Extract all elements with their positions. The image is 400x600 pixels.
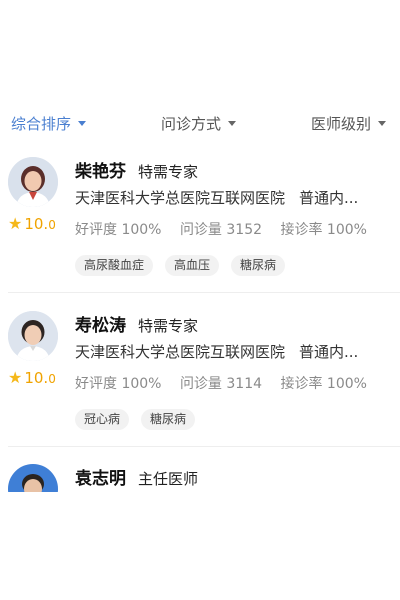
filter-bar: 综合排序 问诊方式 医师级别 bbox=[0, 108, 400, 138]
department: 普通内... bbox=[299, 343, 359, 361]
rating: ★ 10.0 bbox=[8, 369, 56, 387]
specialty-tag[interactable]: 冠心病 bbox=[75, 409, 130, 430]
rating-score: 10.0 bbox=[24, 215, 56, 233]
doctor-name: 袁志明 bbox=[75, 469, 126, 489]
specialty-tag[interactable]: 高尿酸血症 bbox=[75, 255, 154, 276]
doctor-photo-icon bbox=[8, 311, 58, 361]
department: 普通内... bbox=[299, 189, 359, 207]
divider bbox=[8, 292, 400, 293]
acceptance-rate: 接诊率 100% bbox=[280, 376, 367, 392]
hospital-info: 天津医科大学总医院互联网医院 普通内... bbox=[75, 187, 393, 211]
hospital-name: 天津医科大学总医院互联网医院 bbox=[75, 189, 286, 207]
filter-doctor-level[interactable]: 医师级别 bbox=[311, 112, 387, 134]
chevron-down-icon bbox=[78, 121, 87, 126]
stats-row: 好评度 100% 问诊量 3114 接诊率 100% bbox=[75, 373, 367, 395]
filter-sort-label: 综合排序 bbox=[11, 114, 72, 133]
doctor-title: 特需专家 bbox=[138, 163, 199, 181]
hospital-info: 天津医科大学总医院互联网医院 普通内... bbox=[75, 341, 393, 365]
doctor-photo-icon bbox=[8, 464, 58, 492]
praise-rate: 好评度 100% bbox=[75, 222, 162, 238]
doctor-title: 特需专家 bbox=[138, 317, 199, 335]
doctor-card[interactable]: ★ 10.0 寿松涛 特需专家 天津医科大学总医院互联网医院 普通内... 好评度… bbox=[0, 311, 400, 465]
filter-consult-method-label: 问诊方式 bbox=[161, 114, 222, 133]
star-icon: ★ bbox=[8, 214, 23, 233]
star-icon: ★ bbox=[8, 368, 23, 387]
doctor-name: 柴艳芬 bbox=[75, 162, 126, 182]
stats-row: 好评度 100% 问诊量 3152 接诊率 100% bbox=[75, 219, 367, 241]
specialty-tag[interactable]: 糖尿病 bbox=[141, 409, 196, 430]
doctor-card[interactable]: 袁志明 主任医师 bbox=[0, 464, 400, 492]
filter-doctor-level-label: 医师级别 bbox=[311, 114, 372, 133]
hospital-name: 天津医科大学总医院互联网医院 bbox=[75, 343, 286, 361]
specialty-tags: 冠心病 糖尿病 bbox=[75, 409, 207, 430]
specialty-tags: 高尿酸血症 高血压 糖尿病 bbox=[75, 255, 297, 276]
rating: ★ 10.0 bbox=[8, 215, 56, 233]
chevron-down-icon bbox=[378, 121, 387, 126]
rating-score: 10.0 bbox=[24, 369, 56, 387]
filter-sort[interactable]: 综合排序 bbox=[11, 112, 87, 134]
doctor-title: 主任医师 bbox=[138, 470, 199, 488]
praise-rate: 好评度 100% bbox=[75, 376, 162, 392]
filter-consult-method[interactable]: 问诊方式 bbox=[161, 112, 237, 134]
avatar bbox=[8, 464, 58, 492]
doctor-name: 寿松涛 bbox=[75, 316, 126, 336]
acceptance-rate: 接诊率 100% bbox=[280, 222, 367, 238]
consultation-count: 问诊量 3114 bbox=[179, 376, 263, 392]
doctor-card[interactable]: ★ 10.0 柴艳芬 特需专家 天津医科大学总医院互联网医院 普通内... 好评度… bbox=[0, 157, 400, 311]
avatar bbox=[8, 311, 58, 361]
chevron-down-icon bbox=[228, 121, 237, 126]
consultation-count: 问诊量 3152 bbox=[179, 222, 263, 238]
doctor-card-partial[interactable]: 袁志明 主任医师 bbox=[0, 446, 400, 492]
specialty-tag[interactable]: 高血压 bbox=[165, 255, 220, 276]
specialty-tag[interactable]: 糖尿病 bbox=[231, 255, 286, 276]
avatar bbox=[8, 157, 58, 207]
doctor-photo-icon bbox=[8, 157, 58, 207]
